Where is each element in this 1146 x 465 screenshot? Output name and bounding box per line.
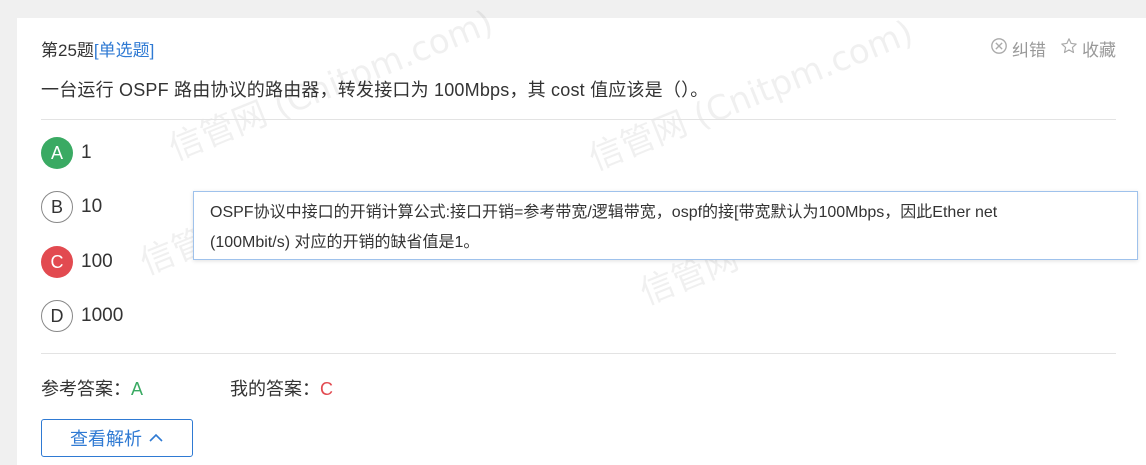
option-b[interactable]: B 10 [41,191,102,223]
tooltip-line: OSPF协议中接口的开销计算公式:接口开销=参考带宽/逻辑带宽，ospf的接[带… [210,204,998,221]
option-badge: B [41,191,73,223]
option-badge: D [41,300,73,332]
my-answer-label: 我的答案： [230,379,320,399]
favorite-label: 收藏 [1082,41,1116,60]
close-circle-icon [990,37,1008,60]
my-answer: 我的答案：C [230,375,333,401]
option-c[interactable]: C 100 [41,246,113,278]
reference-answer: 参考答案：A [41,375,143,401]
question-type: [单选题] [93,41,155,60]
option-value: 1000 [81,305,124,326]
option-value: 10 [81,196,103,217]
divider [41,353,1116,354]
question-tools: 纠错 收藏 [990,36,1116,61]
star-icon [1060,37,1078,60]
question-text: 一台运行 OSPF 路由协议的路由器，转发接口为 100Mbps，其 cost … [41,80,709,100]
option-value: 1 [81,142,92,163]
chevron-up-icon [148,428,164,449]
reference-answer-label: 参考答案： [41,379,131,399]
option-badge: A [41,137,73,169]
my-answer-value: C [320,379,333,399]
option-a[interactable]: A 1 [41,137,92,169]
divider [41,119,1116,120]
tooltip-line: (100Mbit/s) 对应的开销的缺省值是1。 [210,234,480,251]
question-header: 第25题[单选题] [41,36,154,61]
view-analysis-label: 查看解析 [70,429,142,449]
option-value: 100 [81,251,113,272]
option-badge: C [41,246,73,278]
reference-answer-value: A [131,379,144,399]
question-number: 第25题 [41,41,94,60]
view-analysis-button[interactable]: 查看解析 [41,419,193,457]
report-error-label: 纠错 [1012,41,1046,60]
favorite-button[interactable]: 收藏 [1060,36,1116,61]
explanation-tooltip: OSPF协议中接口的开销计算公式:接口开销=参考带宽/逻辑带宽，ospf的接[带… [193,191,1138,260]
report-error-button[interactable]: 纠错 [990,36,1046,61]
option-d[interactable]: D 1000 [41,300,123,332]
